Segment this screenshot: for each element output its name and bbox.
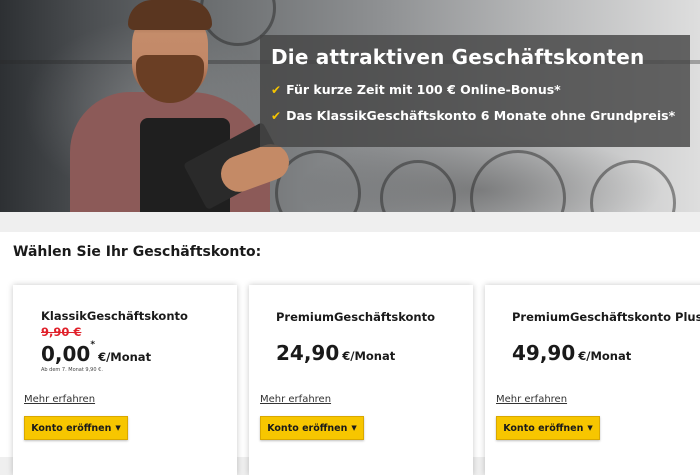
price-value: 24,90 [276, 341, 340, 365]
caret-down-icon: ▼ [351, 424, 357, 432]
more-info-link[interactable]: Mehr erfahren [260, 394, 331, 405]
promo-bullet: ✔ Das KlassikGeschäftskonto 6 Monate ohne… [271, 108, 675, 123]
price-unit: €/Monat [578, 349, 632, 363]
account-name: KlassikGeschäftskonto [41, 309, 188, 323]
more-info-link[interactable]: Mehr erfahren [496, 394, 567, 405]
price-unit: €/Monat [98, 350, 152, 364]
caret-down-icon: ▼ [587, 424, 593, 432]
more-info-link[interactable]: Mehr erfahren [24, 394, 95, 405]
account-name: PremiumGeschäftskonto Plus [512, 310, 700, 324]
open-account-button[interactable]: Konto eröffnen ▼ [260, 416, 364, 440]
hero-banner: Die attraktiven Geschäftskonten ✔ Für kur… [0, 0, 700, 212]
promo-bullet-text: Das KlassikGeschäftskonto 6 Monate ohne … [286, 108, 676, 123]
price-value: 49,90 [512, 341, 576, 365]
account-selection-section: Wählen Sie Ihr Geschäftskonto: KlassikGe… [0, 232, 700, 475]
price-footnote-marker: * [90, 340, 96, 350]
account-price: 49,90 €/Monat [512, 341, 631, 365]
promo-title: Die attraktiven Geschäftskonten [271, 45, 645, 69]
open-account-button[interactable]: Konto eröffnen ▼ [496, 416, 600, 440]
account-price: 0,00*€/Monat [41, 340, 152, 366]
caret-down-icon: ▼ [115, 424, 121, 432]
promo-bullet-text: Für kurze Zeit mit 100 € Online-Bonus* [286, 82, 561, 97]
promo-bullet: ✔ Für kurze Zeit mit 100 € Online-Bonus* [271, 82, 561, 97]
price-unit: €/Monat [342, 349, 396, 363]
account-card-premium: PremiumGeschäftskonto 24,90 €/Monat Mehr … [249, 285, 473, 475]
open-account-button-label: Konto eröffnen [267, 422, 348, 434]
promo-box: Die attraktiven Geschäftskonten ✔ Für kur… [260, 35, 690, 147]
checkmark-icon: ✔ [271, 109, 282, 123]
price-note: Ab dem 7. Monat 9,90 €. [41, 367, 103, 373]
account-name: PremiumGeschäftskonto [276, 310, 436, 324]
old-price: 9,90 € [41, 325, 82, 339]
account-price: 24,90 €/Monat [276, 341, 395, 365]
checkmark-icon: ✔ [271, 83, 282, 97]
open-account-button[interactable]: Konto eröffnen ▼ [24, 416, 128, 440]
account-card-premium-plus: PremiumGeschäftskonto Plus 49,90 €/Monat … [485, 285, 700, 475]
open-account-button-label: Konto eröffnen [503, 422, 584, 434]
section-heading: Wählen Sie Ihr Geschäftskonto: [13, 244, 262, 260]
open-account-button-label: Konto eröffnen [31, 422, 112, 434]
account-card-klassik: KlassikGeschäftskonto 9,90 € 0,00*€/Mona… [13, 285, 237, 475]
price-value: 0,00 [41, 342, 91, 366]
